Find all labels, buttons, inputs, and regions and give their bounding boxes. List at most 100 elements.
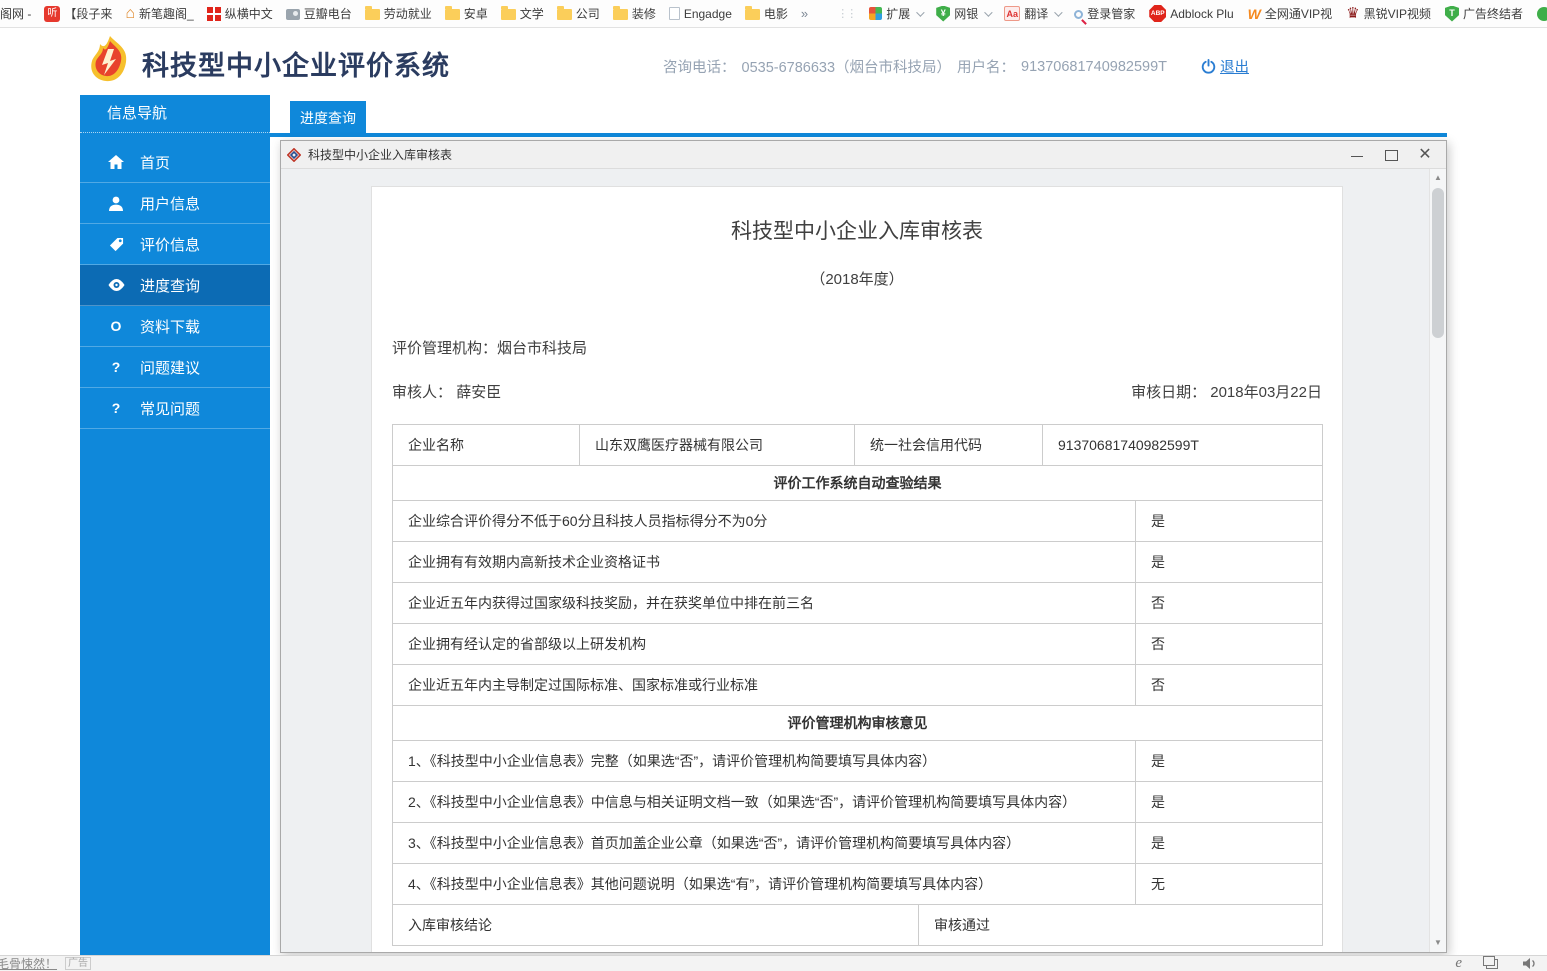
toolbar-extensions[interactable]: 扩展 [869,0,922,28]
folder-icon [445,9,460,20]
table-row: 入库审核结论 审核通过 [393,905,1323,946]
bookmark-item[interactable]: 新笔趣阁_ [125,0,193,28]
reviewer-row: 审核人： 薛安臣 审核日期： 2018年03月22日 [392,381,1322,402]
scrollbar[interactable]: ▲ ▼ [1429,169,1446,952]
table-row: 企业拥有有效期内高新技术企业资格证书是 [393,542,1323,583]
drag-handle-icon: ⋮⋮ [837,7,855,20]
audit-document: 科技型中小企业入库审核表 （2018年度） 评价管理机构：烟台市科技局 审核人：… [371,186,1343,952]
bookmark-folder[interactable]: 装修 [613,0,656,28]
folder-icon [745,9,760,20]
audit-form-window: 科技型中小企业入库审核表 科技型中小企业入库审核表 （2018年度） 评价管理机… [280,140,1447,953]
toolbar-login-manager[interactable]: 登录管家 [1074,0,1135,28]
ad-link[interactable]: 毛骨悚然！ [0,955,57,971]
toolbar-extra[interactable] [1537,7,1543,21]
folder-icon [613,9,628,20]
bookmark-folder[interactable]: 公司 [557,0,600,28]
scroll-thumb[interactable] [1432,188,1444,338]
radio-icon [286,9,300,20]
bookmark-item[interactable]: 阁网 - [0,0,31,28]
check-answer-cell: 是 [1136,501,1323,542]
check-answer-cell: 是 [1136,542,1323,583]
table-section-row: 评价工作系统自动查验结果 [393,466,1323,501]
crown-icon [1346,6,1359,22]
bookmark-item[interactable]: 豆瓣电台 [286,0,352,28]
ad-badge: 广告 [65,957,91,970]
scroll-up-arrow[interactable]: ▲ [1430,170,1446,186]
bookmarks-bar: 阁网 - 【段子来 新笔趣阁_ 纵横中文 豆瓣电台 劳动就业 安卓 文学 公司 … [0,0,1547,28]
statusbar-icons: e [1455,957,1547,970]
review-question-cell: 2、《科技型中小企业信息表》中信息与相关证明文档一致（如果选“否”，请评价管理机… [393,782,1136,823]
table-row: 3、《科技型中小企业信息表》首页加盖企业公章（如果选“否”，请评价管理机构简要填… [393,823,1323,864]
app-title: 科技型中小企业评价系统 [142,44,450,83]
question-icon: ? [107,359,125,375]
shield-t-icon [1445,6,1459,22]
credit-code-value-cell: 91370681740982599T [1043,425,1323,466]
ie-compat-icon[interactable]: e [1455,957,1462,970]
username-label: 用户名： [957,56,1015,77]
conclusion-label-cell: 入库审核结论 [393,905,919,946]
agency-line: 评价管理机构：烟台市科技局 [392,337,1322,358]
folder-icon [365,9,380,20]
toolbar-ad-terminator[interactable]: 广告终结者 [1445,0,1523,28]
company-value-cell: 山东双鹰医疗器械有限公司 [580,425,855,466]
scroll-down-arrow[interactable]: ▼ [1430,935,1446,951]
audit-table: 企业名称 山东双鹰医疗器械有限公司 统一社会信用代码 9137068174098… [392,424,1323,946]
toolbar-vip-video[interactable]: 全网通VIP视 [1248,0,1333,28]
table-row: 1、《科技型中小企业信息表》完整（如果选“否”，请评价管理机构简要填写具体内容）… [393,741,1323,782]
check-question-cell: 企业近五年内获得过国家级科技奖励，并在获奖单位中排在前三名 [393,583,1136,624]
magnifier-key-icon [1074,10,1083,19]
review-date-line: 审核日期： 2018年03月22日 [1131,381,1322,402]
minimize-button[interactable] [1350,148,1364,162]
chevron-down-icon [1054,8,1062,16]
toolbar-adblock[interactable]: Adblock Plu [1149,0,1233,28]
bookmarks-overflow-chevron[interactable]: » [801,0,808,28]
toolbar-heirui-vip[interactable]: 黑锐VIP视频 [1346,0,1431,28]
review-answer-cell: 是 [1136,823,1323,864]
browser-statusbar: 毛骨悚然！ 广告 e [0,955,1547,971]
extensions-icon [869,7,882,20]
user-icon [107,196,125,211]
reviewer-line: 审核人： 薛安臣 [392,381,501,402]
bank-shield-icon [936,6,950,22]
sidebar-item-suggestions[interactable]: ? 问题建议 [80,347,270,388]
review-question-cell: 4、《科技型中小企业信息表》其他问题说明（如果选“有”，请评价管理机构简要填写具… [393,864,1136,905]
agency-value: 烟台市科技局 [497,340,587,357]
browser-toolbar-right: ⋮⋮ 扩展 网银 翻译 登录管家 Adblock Plu 全网通VIP视 黑锐V… [819,0,1543,28]
translate-icon [1004,6,1020,21]
sidebar-item-user-info[interactable]: 用户信息 [80,183,270,224]
bookmark-item[interactable]: 【段子来 [44,0,112,28]
tab-progress-query[interactable]: 进度查询 [290,101,366,134]
sidebar-item-faq[interactable]: ? 常见问题 [80,388,270,429]
review-answer-cell: 无 [1136,864,1323,905]
bookmark-folder[interactable]: 文学 [501,0,544,28]
restore-window-icon[interactable] [1486,959,1498,969]
table-row: 企业近五年内主导制定过国际标准、国家标准或行业标准否 [393,665,1323,706]
bookmark-item[interactable]: 纵横中文 [207,0,273,28]
bookmark-folder[interactable]: 劳动就业 [365,0,432,28]
logout-button[interactable]: 退出 [1201,56,1249,77]
bookmark-item[interactable]: Engadge [669,0,732,28]
power-icon [1201,59,1216,74]
window-body: 科技型中小企业入库审核表 （2018年度） 评价管理机构：烟台市科技局 审核人：… [281,169,1446,952]
maximize-button[interactable] [1384,148,1398,162]
tag-icon [107,237,125,252]
speaker-icon[interactable] [1522,957,1537,970]
green-dot-icon [1537,7,1547,21]
close-button[interactable] [1418,148,1432,162]
section-auto-check: 评价工作系统自动查验结果 [393,466,1323,501]
logout-link: 退出 [1220,56,1249,77]
question-icon: ? [107,400,125,416]
flame-logo-icon [86,35,134,87]
toolbar-bank[interactable]: 网银 [936,0,990,28]
sidebar-item-downloads[interactable]: O 资料下载 [80,306,270,347]
consult-phone-label: 咨询电话： [663,56,736,77]
bookmark-folder[interactable]: 电影 [745,0,788,28]
sidebar-item-progress-query[interactable]: 进度查询 [80,265,270,306]
bookmark-folder[interactable]: 安卓 [445,0,488,28]
sidebar-item-evaluation-info[interactable]: 评价信息 [80,224,270,265]
home-icon [107,155,125,170]
sidebar-item-home[interactable]: 首页 [80,142,270,183]
toolbar-translate[interactable]: 翻译 [1004,0,1060,28]
review-date-value: 2018年03月22日 [1210,384,1322,401]
review-question-cell: 1、《科技型中小企业信息表》完整（如果选“否”，请评价管理机构简要填写具体内容） [393,741,1136,782]
